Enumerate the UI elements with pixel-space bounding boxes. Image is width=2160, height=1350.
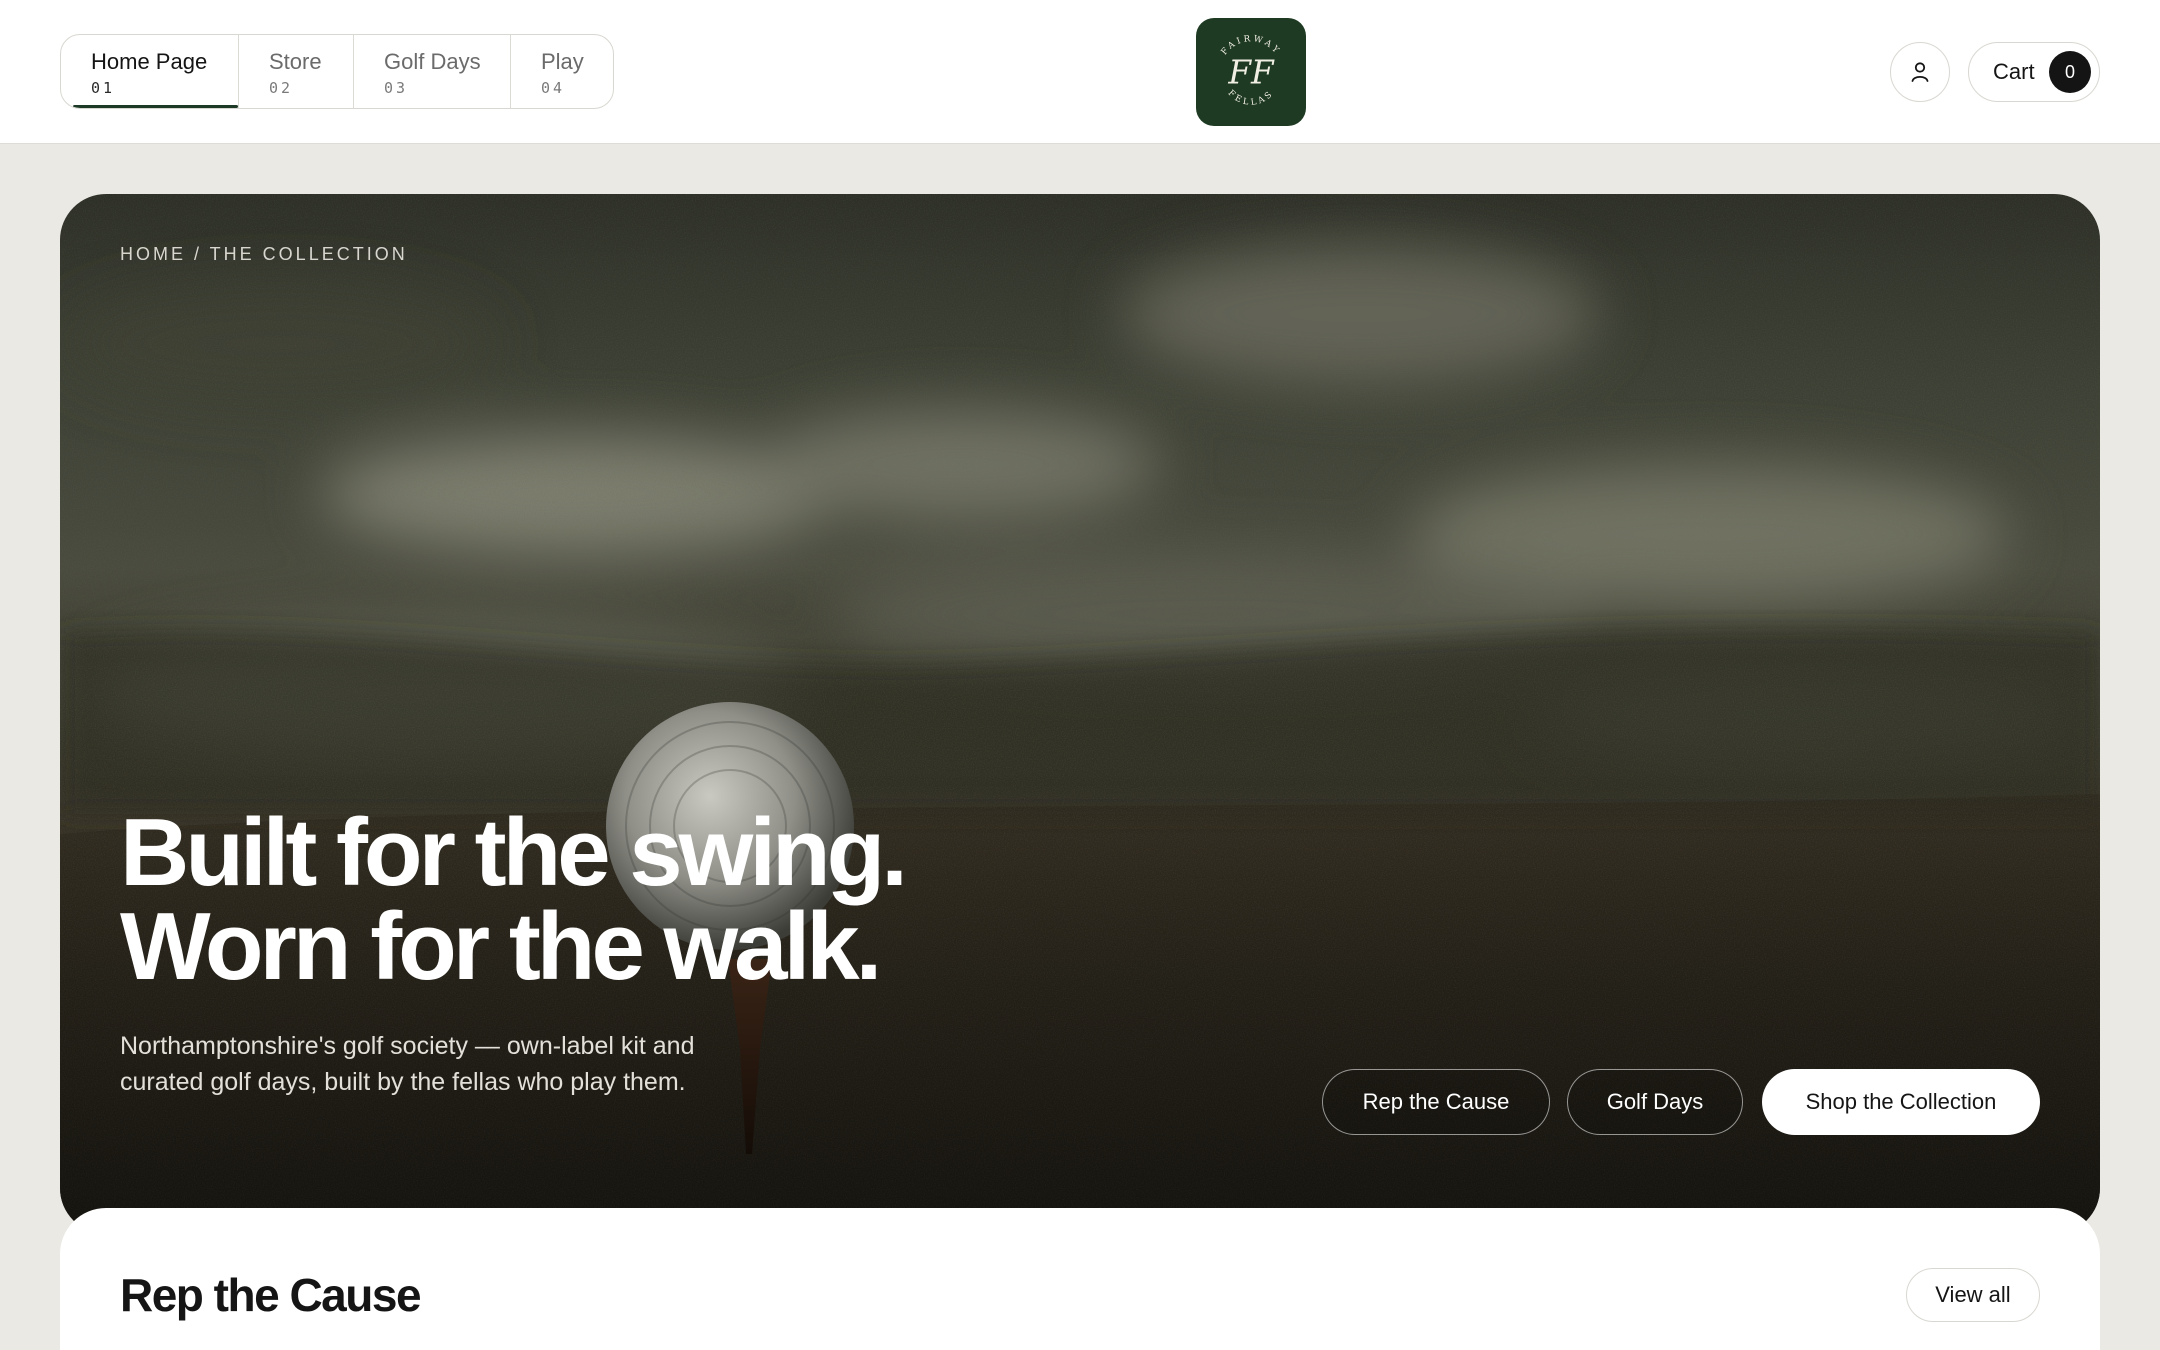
nav-item-label: Store [269, 49, 322, 74]
site-header: Home Page 01 Store 02 Golf Days 03 Play … [0, 0, 2160, 144]
main-nav: Home Page 01 Store 02 Golf Days 03 Play … [60, 34, 614, 109]
account-button[interactable] [1890, 42, 1950, 102]
headline-line-1: Built for the swing. [120, 799, 908, 906]
nav-item-play[interactable]: Play 04 [510, 35, 613, 108]
fairway-fellas-logo-icon: FAIRWAY FELLAS FF [1220, 34, 1280, 108]
cart-count-badge: 0 [2049, 51, 2091, 93]
breadcrumb: HOME / THE COLLECTION [120, 244, 408, 264]
shop-the-collection-button[interactable]: Shop the Collection [1762, 1069, 2040, 1135]
nav-item-label: Play [541, 49, 584, 74]
nav-item-golf-days[interactable]: Golf Days 03 [353, 35, 510, 108]
section-title: Rep the Cause [120, 1269, 422, 1321]
svg-text:FF: FF [1227, 54, 1275, 92]
cart-button[interactable]: Cart 0 [1968, 42, 2100, 102]
rep-the-cause-section: Rep the Cause View all [60, 1208, 2100, 1350]
user-icon [1911, 62, 1929, 82]
nav-item-store[interactable]: Store 02 [238, 35, 353, 108]
hero-banner: HOME / THE COLLECTION Built for the swin… [60, 194, 2100, 1234]
rep-the-cause-button[interactable]: Rep the Cause [1322, 1069, 1550, 1135]
nav-item-number: 02 [269, 79, 294, 97]
nav-item-home-page[interactable]: Home Page 01 [61, 35, 238, 108]
nav-item-number: 01 [91, 79, 116, 97]
hero-subcopy: Northamptonshire's golf society — own-la… [120, 1032, 695, 1096]
nav-item-label: Home Page [91, 49, 208, 74]
headline-line-2: Worn for the walk. [120, 893, 882, 1000]
nav-item-label: Golf Days [384, 49, 481, 74]
brand-logo[interactable]: FAIRWAY FELLAS FF [1196, 18, 1306, 126]
hero-headline: Built for the swing. Worn for the walk. [120, 799, 1020, 1000]
cart-label: Cart [1993, 59, 2035, 84]
view-all-button[interactable]: View all [1906, 1268, 2040, 1322]
golf-days-button[interactable]: Golf Days [1567, 1069, 1743, 1135]
nav-item-number: 03 [384, 79, 409, 97]
nav-item-number: 04 [541, 79, 566, 97]
